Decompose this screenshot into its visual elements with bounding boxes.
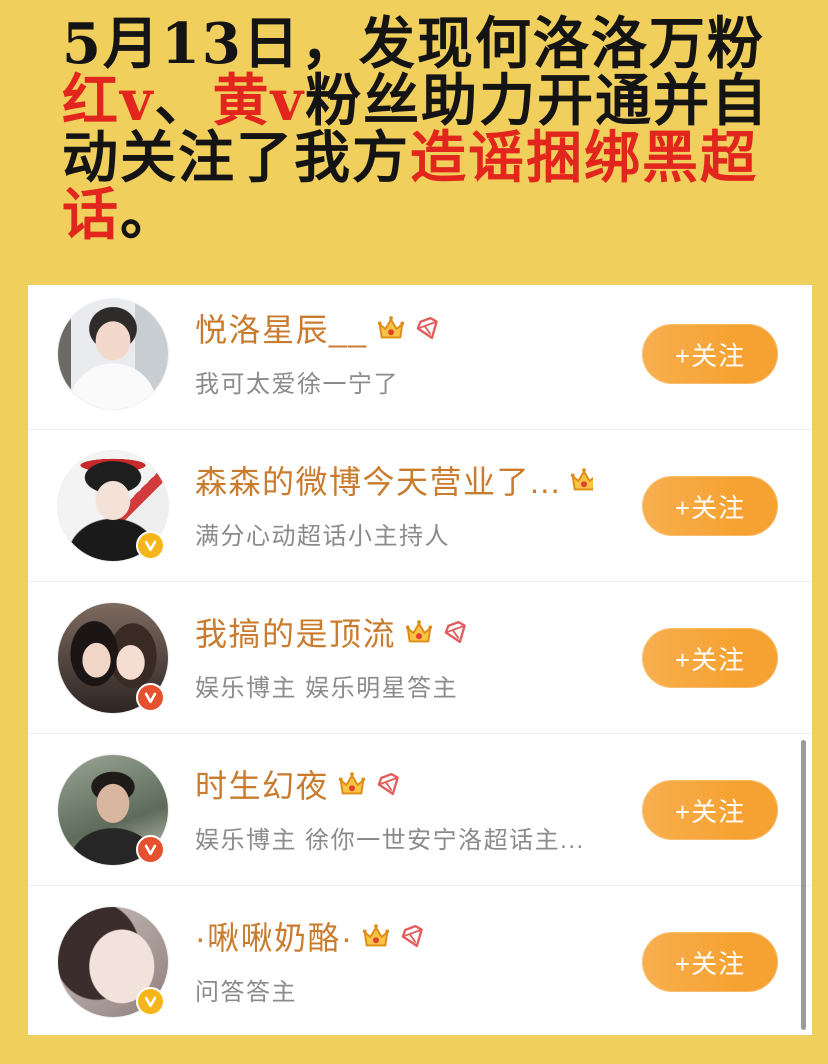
username-line: 我搞的是顶流	[195, 611, 593, 653]
crown-icon	[571, 468, 593, 491]
headline-line: 动关注了我方造谣捆绑黑超	[62, 130, 769, 187]
diamond-icon	[377, 772, 399, 795]
headline-emphasis: 造谣捆绑黑超	[410, 125, 758, 191]
verified-v-icon	[144, 996, 157, 1008]
headline-text: 。	[120, 182, 178, 248]
username[interactable]: 我搞的是顶流	[195, 611, 396, 653]
user-row[interactable]: ·啾啾奶酪· 问答答主 +关注	[28, 886, 812, 1035]
diamond-icon	[444, 620, 466, 643]
user-row[interactable]: 我搞的是顶流 娱乐博主 娱乐明星答主 +关注	[28, 582, 812, 734]
verified-v-icon	[144, 844, 157, 856]
username-line: ·啾啾奶酪·	[195, 915, 593, 957]
avatar[interactable]	[58, 299, 168, 409]
avatar-container	[58, 755, 168, 865]
username-line: 悦洛星辰__	[195, 307, 593, 349]
username[interactable]: 时生幻夜	[195, 763, 329, 805]
crown-icon	[405, 620, 433, 643]
follow-button[interactable]: +关注	[642, 932, 778, 992]
page: 5月13日，发现何洛洛万粉 红v、黄v粉丝助力开通并自 动关注了我方造谣捆绑黑超…	[0, 0, 828, 1064]
verified-badge	[136, 987, 165, 1016]
user-row[interactable]: 时生幻夜 娱乐博主 徐你一世安宁洛超话主... +关注	[28, 734, 812, 886]
user-description: 我可太爱徐一宁了	[195, 371, 399, 398]
user-row[interactable]: 森森的微博今天营业了... 满分心动超话小主持人 +关注	[28, 430, 812, 582]
avatar-container	[58, 603, 168, 713]
verified-badge	[136, 531, 165, 560]
user-description: 娱乐博主 徐你一世安宁洛超话主...	[195, 827, 585, 854]
avatar-container	[58, 907, 168, 1017]
user-row[interactable]: 悦洛星辰__ 我可太爱徐一宁了 +关注	[28, 285, 812, 430]
username-line: 森森的微博今天营业了...	[195, 459, 593, 501]
diamond-icon	[416, 316, 438, 339]
verified-badge	[136, 683, 165, 712]
scrollbar[interactable]	[801, 740, 806, 1030]
headline-line: 红v、黄v粉丝助力开通并自	[62, 73, 769, 130]
crown-icon	[338, 772, 366, 795]
follow-button[interactable]: +关注	[642, 780, 778, 840]
user-list: 悦洛星辰__ 我可太爱徐一宁了 +关注 森森的微博今天营业了... 满分心动超话…	[28, 285, 812, 1035]
follow-button[interactable]: +关注	[642, 476, 778, 536]
crown-icon	[377, 316, 404, 339]
headline-line: 5月13日，发现何洛洛万粉	[62, 16, 769, 73]
diamond-icon	[402, 924, 424, 947]
headline-emphasis: 话	[62, 182, 120, 248]
user-description: 娱乐博主 娱乐明星答主	[195, 675, 459, 702]
verified-v-icon	[144, 692, 157, 704]
avatar-container	[58, 451, 168, 561]
user-description: 满分心动超话小主持人	[195, 523, 450, 550]
username[interactable]: ·啾啾奶酪·	[195, 915, 353, 957]
follow-button[interactable]: +关注	[642, 324, 778, 384]
follow-button[interactable]: +关注	[642, 628, 778, 688]
username[interactable]: 悦洛星辰__	[195, 307, 368, 349]
verified-badge	[136, 835, 165, 864]
avatar-container	[58, 299, 168, 409]
crown-icon	[363, 924, 390, 947]
username-line: 时生幻夜	[195, 763, 593, 805]
headline-line: 话。	[62, 187, 769, 244]
username[interactable]: 森森的微博今天营业了...	[195, 459, 561, 501]
headline: 5月13日，发现何洛洛万粉 红v、黄v粉丝助力开通并自 动关注了我方造谣捆绑黑超…	[62, 16, 769, 244]
verified-v-icon	[144, 540, 157, 552]
user-description: 问答答主	[195, 979, 297, 1006]
user-list-card: 悦洛星辰__ 我可太爱徐一宁了 +关注 森森的微博今天营业了... 满分心动超话…	[28, 285, 812, 1035]
